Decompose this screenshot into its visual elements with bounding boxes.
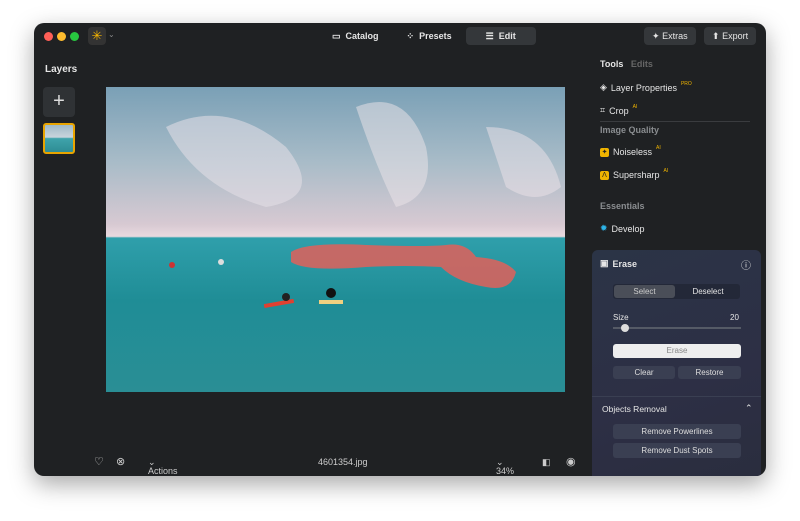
zoom-menu[interactable]: 34% ⌄ xyxy=(496,457,514,476)
swimmer xyxy=(169,262,175,268)
noiseless-icon: ✦ xyxy=(600,147,609,157)
reject-icon[interactable]: ⊗ xyxy=(116,455,125,468)
minimize-window-button[interactable] xyxy=(57,32,66,41)
remove-dust-spots-button[interactable]: Remove Dust Spots xyxy=(613,443,741,458)
tab-tools[interactable]: Tools xyxy=(600,59,623,69)
tool-crop[interactable]: ⌗ Crop AI xyxy=(600,104,637,116)
photo-content xyxy=(166,102,561,309)
surfboard xyxy=(319,300,343,304)
tab-edits[interactable]: Edits xyxy=(631,59,653,69)
divider xyxy=(600,121,750,122)
crop-icon: ⌗ xyxy=(600,105,606,115)
compare-icon[interactable]: ◧ xyxy=(542,457,551,468)
app-logo-icon[interactable]: ✳ xyxy=(88,27,106,45)
clear-button[interactable]: Clear xyxy=(613,366,675,379)
divider xyxy=(592,396,761,397)
actions-menu[interactable]: Actions ⌄ xyxy=(148,457,178,476)
objects-removal-header[interactable]: Objects Removal xyxy=(602,404,667,414)
chevron-up-icon[interactable]: ⌃ xyxy=(745,403,753,414)
erase-mask xyxy=(291,244,516,288)
eraser-icon: ▣ xyxy=(600,258,609,268)
folder-icon: ▭ xyxy=(332,31,341,41)
layers-icon: ◈ xyxy=(600,82,607,92)
section-image-quality: Image Quality xyxy=(600,125,660,135)
wand-icon: ⁘ xyxy=(406,31,415,41)
size-slider[interactable] xyxy=(613,324,741,332)
heart-icon[interactable]: ♡ xyxy=(94,455,104,468)
chevron-down-icon[interactable]: ⌄ xyxy=(108,30,115,39)
mode-switcher: ▭ Catalog ⁘ Presets ☰ Edit xyxy=(318,27,536,45)
deselect-button[interactable]: Deselect xyxy=(677,285,739,298)
tool-develop[interactable]: ✹ Develop xyxy=(600,223,645,234)
right-panel: Tools Edits ◈ Layer Properties PRO ⌗ Crop AI… xyxy=(592,23,766,476)
app-window: ✳ ⌄ ▭ Catalog ⁘ Presets ☰ Edit ✦ Extras ⬆ E… xyxy=(34,23,766,476)
section-essentials: Essentials xyxy=(600,201,645,211)
cloud xyxy=(356,102,428,207)
layers-title: Layers xyxy=(45,64,78,75)
cloud xyxy=(486,127,561,197)
cloud xyxy=(166,115,302,207)
tab-edit[interactable]: ☰ Edit xyxy=(465,27,536,45)
photo-canvas[interactable] xyxy=(106,87,565,392)
close-window-button[interactable] xyxy=(44,32,53,41)
erase-button[interactable]: Erase xyxy=(613,344,741,358)
surfboard xyxy=(263,298,295,309)
tab-presets[interactable]: ⁘ Presets xyxy=(393,27,466,45)
swimmer xyxy=(218,259,224,265)
tool-layer-properties[interactable]: ◈ Layer Properties PRO xyxy=(600,81,692,93)
file-name: 4601354.jpg xyxy=(318,457,368,467)
erase-header: ▣ Erase xyxy=(600,258,638,269)
add-layer-button[interactable]: + xyxy=(43,87,75,117)
tool-supersharp[interactable]: Λ Supersharp AI xyxy=(600,168,668,180)
select-mode-toggle: Select Deselect xyxy=(613,284,740,299)
supersharp-icon: Λ xyxy=(600,170,609,180)
tool-noiseless[interactable]: ✦ Noiseless AI xyxy=(600,145,661,157)
size-value: 20 xyxy=(730,313,739,322)
select-button[interactable]: Select xyxy=(614,285,675,298)
slider-knob[interactable] xyxy=(621,324,630,332)
erase-panel: ▣ Erase ⓘ Select Deselect Size 20 Erase C… xyxy=(592,250,761,476)
eye-icon[interactable]: ◉ xyxy=(566,455,576,468)
restore-button[interactable]: Restore xyxy=(678,366,741,379)
size-label: Size xyxy=(613,313,629,322)
develop-icon: ✹ xyxy=(600,223,608,233)
surfer xyxy=(282,293,290,301)
surfer xyxy=(326,288,336,298)
zoom-window-button[interactable] xyxy=(70,32,79,41)
sliders-icon: ☰ xyxy=(485,31,494,41)
layer-thumbnail[interactable] xyxy=(43,123,75,154)
info-icon[interactable]: ⓘ xyxy=(741,257,751,272)
remove-powerlines-button[interactable]: Remove Powerlines xyxy=(613,424,741,439)
bottom-bar: ♡ ⊗ Actions ⌄ 4601354.jpg 34% ⌄ ◧ ◉ xyxy=(84,448,584,476)
tab-catalog[interactable]: ▭ Catalog xyxy=(318,27,393,45)
